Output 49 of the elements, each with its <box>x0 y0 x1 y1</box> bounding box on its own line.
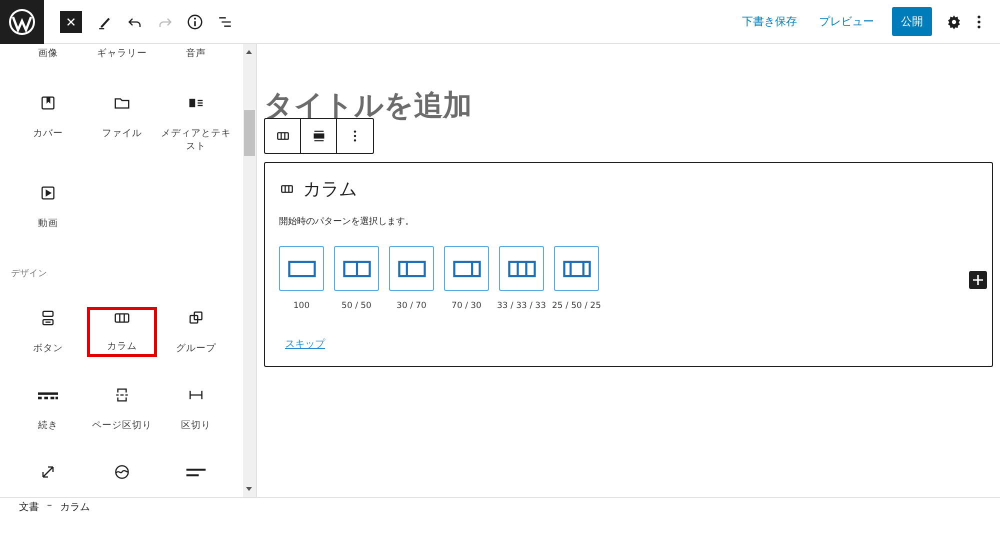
block-item[interactable]: ギャラリー <box>85 44 159 83</box>
plus-icon <box>972 274 984 286</box>
settings-button[interactable] <box>946 14 962 30</box>
pattern-button[interactable] <box>279 246 324 291</box>
block-item[interactable]: カラム <box>87 307 157 357</box>
block-item[interactable]: 区切り <box>159 375 233 452</box>
scrollbar[interactable] <box>243 44 256 497</box>
save-draft-link[interactable]: 下書き保存 <box>738 10 801 33</box>
block-title: カラム <box>303 178 357 201</box>
pattern-label: 33 / 33 / 33 <box>497 301 546 311</box>
wordpress-logo[interactable] <box>0 0 44 44</box>
pattern-button[interactable] <box>389 246 434 291</box>
title-placeholder[interactable]: タイトルを追加 <box>264 90 993 118</box>
publish-button[interactable]: 公開 <box>892 7 932 36</box>
instructions: 開始時のパターンを選択します。 <box>279 216 415 228</box>
dashed-line-icon <box>38 390 58 400</box>
add-block-button[interactable] <box>969 271 987 289</box>
pattern-label: 70 / 30 <box>452 301 482 311</box>
align-icon <box>310 128 326 144</box>
more-options-icon <box>352 129 358 143</box>
pattern-button[interactable] <box>444 246 489 291</box>
preview-link[interactable]: プレビュー <box>815 10 878 33</box>
skip-link[interactable]: スキップ <box>285 337 325 351</box>
block-item[interactable]: ボタン <box>11 298 85 375</box>
block-item[interactable]: グループ <box>159 298 233 375</box>
block-item[interactable]: カバー <box>11 83 85 173</box>
block-item[interactable]: 続き <box>11 375 85 452</box>
block-item[interactable]: ファイル <box>85 83 159 173</box>
info-icon <box>185 12 205 32</box>
block-item[interactable]: 動画 <box>11 173 85 263</box>
breadcrumb-link[interactable]: カラム <box>60 500 90 514</box>
pattern-button[interactable] <box>499 246 544 291</box>
close-button[interactable] <box>60 10 82 32</box>
block-item[interactable]: メディアとテキスト <box>159 83 233 173</box>
pattern-label: 50 / 50 <box>342 301 372 311</box>
text-lines-icon <box>186 466 206 478</box>
breadcrumb-link[interactable]: 文書 <box>19 500 39 514</box>
wave-circle-icon <box>112 462 132 482</box>
pattern-button[interactable] <box>554 246 599 291</box>
section-heading: デザイン <box>10 268 48 281</box>
pattern-label: 25 / 50 / 25 <box>552 301 601 311</box>
pattern-button[interactable] <box>334 246 379 291</box>
block-item[interactable]: 画像 <box>11 44 85 83</box>
pattern-label: 100 <box>293 301 310 311</box>
breadcrumb-separator: – <box>47 500 52 511</box>
pattern-label: 30 / 70 <box>396 301 426 311</box>
block-item[interactable]: 音声 <box>159 44 233 83</box>
block-item[interactable]: ページ区切り <box>85 375 159 452</box>
more-options-button[interactable] <box>976 14 982 30</box>
